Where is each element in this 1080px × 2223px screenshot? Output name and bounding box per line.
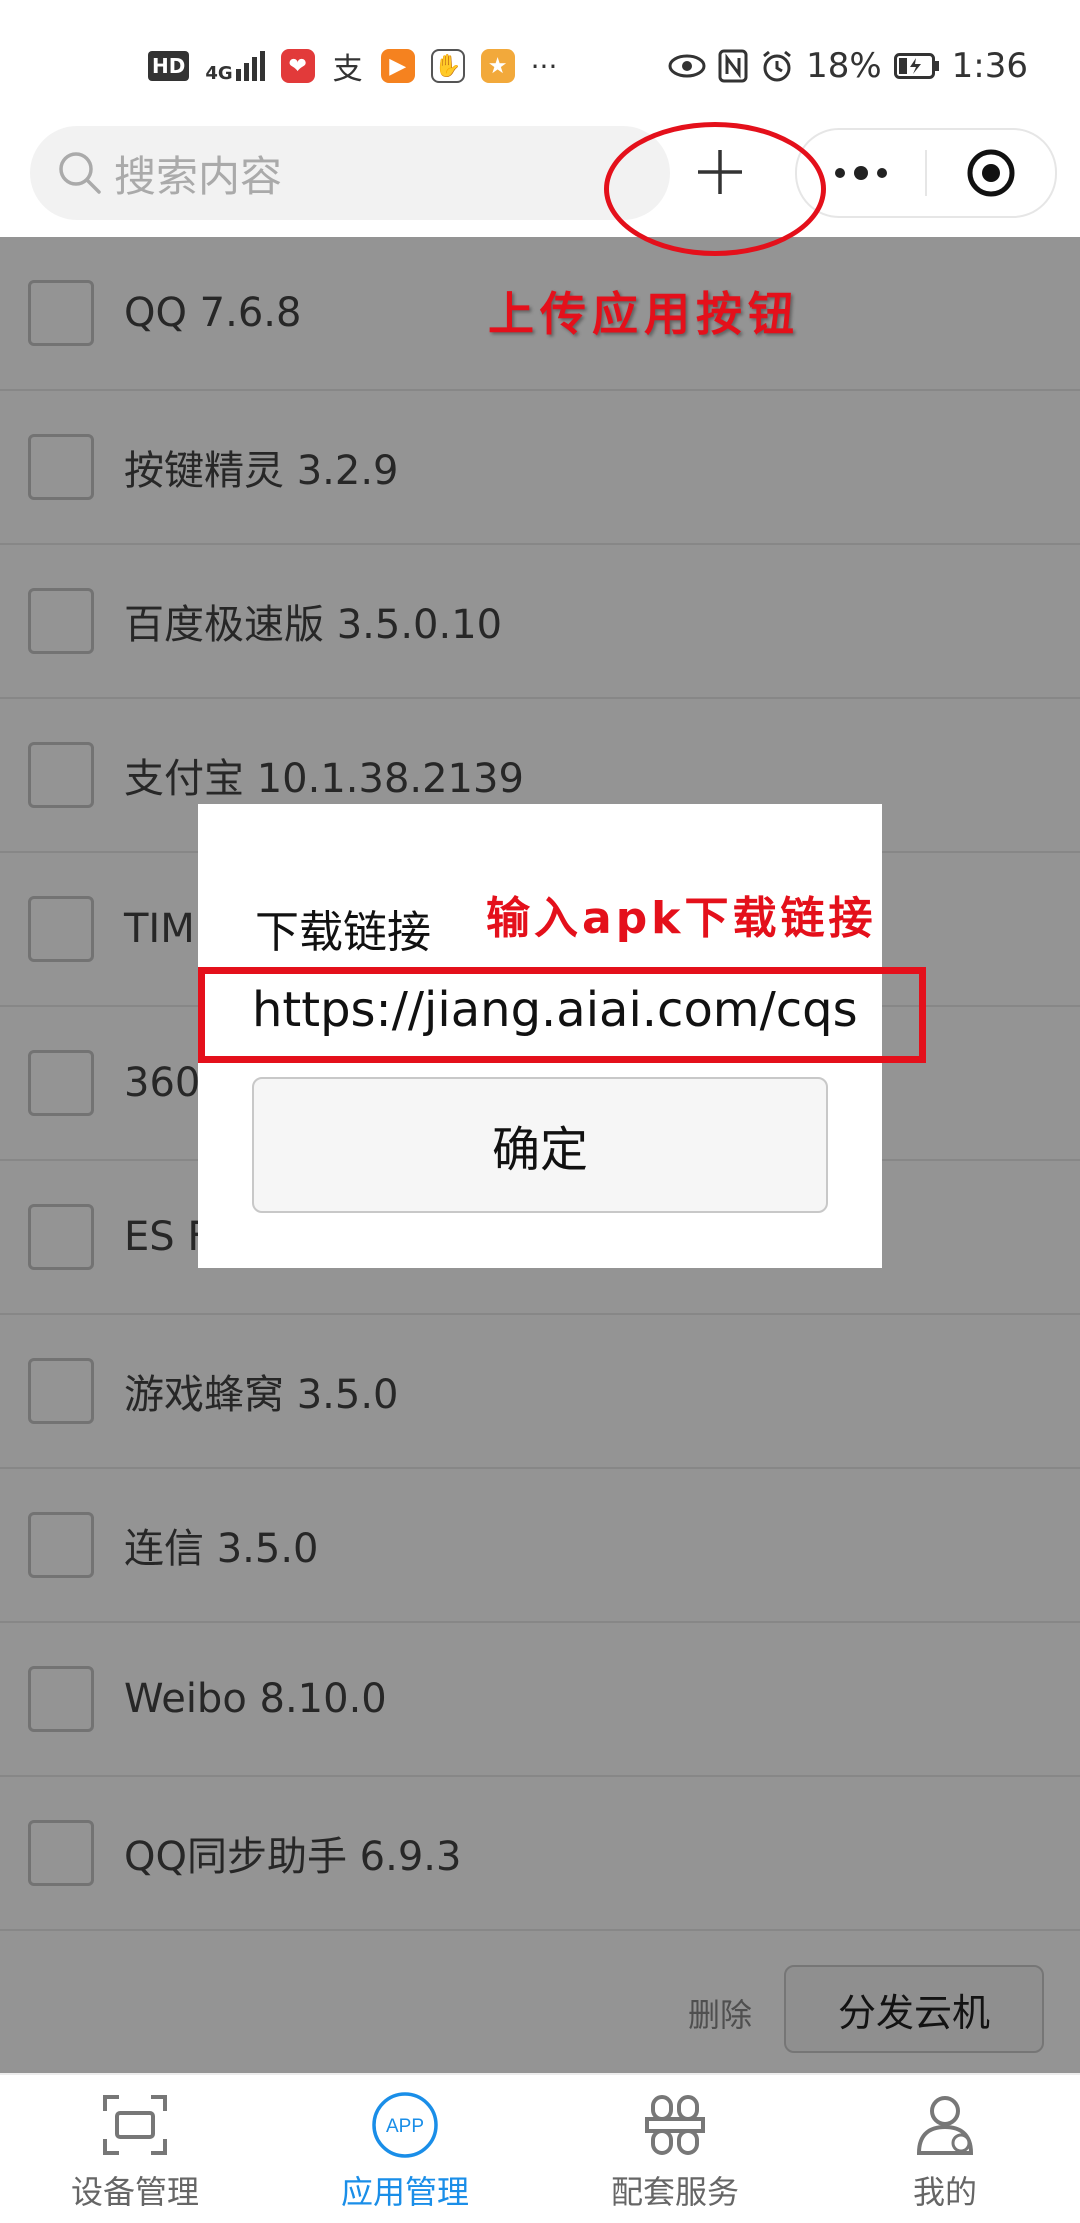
battery-charging-icon: [893, 53, 939, 79]
signal-icon: 4G: [205, 51, 265, 83]
device-scan-icon: [103, 2095, 167, 2155]
status-bar-left: HD 4G ❤ 支 ▶ ✋ ★ ···: [148, 44, 557, 88]
status-bar-right: 18% 1:36: [668, 44, 1028, 88]
miniprogram-capsule: [795, 128, 1057, 218]
tab-bar: 设备管理 APP 应用管理 配套服务 我的: [0, 2073, 1080, 2223]
clock-time: 1:36: [951, 46, 1028, 86]
hand-app-icon: ✋: [430, 49, 465, 83]
target-icon: [967, 149, 1015, 197]
alipay-notification-icon: 支: [330, 49, 365, 87]
eye-icon: [668, 54, 706, 78]
tab-label: 配套服务: [610, 2173, 739, 2211]
download-link-label: 下载链接: [255, 907, 431, 958]
annotation-upload-label: 上传应用按钮: [488, 287, 800, 341]
annotation-input-label: 输入apk下载链接: [486, 893, 877, 944]
hd-badge: HD: [148, 51, 190, 81]
tab-label: 应用管理: [340, 2173, 469, 2211]
app-icon: APP: [372, 2092, 438, 2158]
notification-app-icon: ❤: [280, 49, 315, 83]
annotation-rectangle: [198, 967, 926, 1063]
tab-services[interactable]: 配套服务: [540, 2075, 810, 2223]
svg-text:APP: APP: [386, 2116, 424, 2137]
video-app-icon: ▶: [380, 49, 415, 83]
close-miniprogram-button[interactable]: [927, 130, 1055, 216]
battery-percent: 18%: [806, 46, 882, 86]
nfc-icon: [718, 49, 748, 83]
search-icon: [59, 152, 101, 194]
more-dots-icon: [835, 166, 887, 180]
game-app-icon: ★: [480, 49, 515, 83]
tab-app-management[interactable]: APP 应用管理: [270, 2075, 540, 2223]
annotation-ellipse: [604, 122, 826, 256]
tab-label: 设备管理: [70, 2173, 199, 2211]
services-icon: [645, 2095, 705, 2155]
tab-profile[interactable]: 我的: [810, 2075, 1080, 2223]
tab-device-management[interactable]: 设备管理: [0, 2075, 270, 2223]
alarm-icon: [763, 50, 791, 82]
tab-label: 我的: [912, 2173, 977, 2211]
search-placeholder: 搜索内容: [114, 151, 283, 201]
search-input[interactable]: 搜索内容: [30, 126, 670, 220]
profile-icon: [916, 2096, 974, 2155]
more-notifications-icon: ···: [530, 49, 558, 83]
confirm-button[interactable]: 确定: [252, 1077, 828, 1213]
